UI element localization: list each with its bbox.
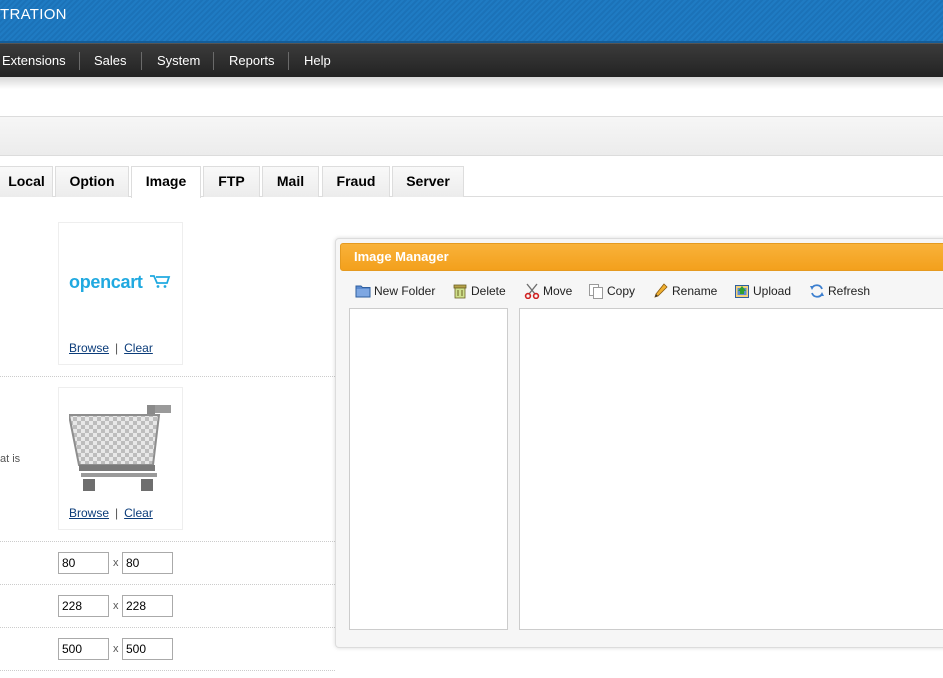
link-separator: |: [115, 506, 119, 520]
move-button[interactable]: Move: [524, 283, 576, 299]
icon-field-description: at is: [0, 453, 21, 465]
tab-local[interactable]: Local: [0, 166, 53, 197]
tab-fraud[interactable]: Fraud: [322, 166, 390, 197]
menu-separator: [141, 52, 142, 70]
row-divider: [0, 670, 335, 671]
row-divider: [0, 541, 335, 542]
store-icon-preview: Browse | Clear: [58, 387, 183, 530]
main-menu: Extensions Sales System Reports Help: [0, 43, 943, 77]
page: TRATION Extensions Sales System Reports …: [0, 0, 943, 678]
delete-button[interactable]: Delete: [452, 283, 510, 299]
folder-tree-pane[interactable]: [349, 308, 508, 630]
scissors-icon: [524, 283, 540, 299]
dimension-height-input[interactable]: [122, 552, 173, 574]
upload-icon: [735, 285, 749, 298]
upload-label: Upload: [753, 284, 792, 298]
menu-item-extensions[interactable]: Extensions: [2, 44, 66, 78]
dialog-title[interactable]: Image Manager: [340, 243, 943, 271]
row-divider: [0, 584, 335, 585]
header-title: TRATION: [0, 6, 67, 23]
dimension-width-input[interactable]: [58, 638, 109, 660]
menu-item-sales[interactable]: Sales: [94, 44, 127, 78]
refresh-label: Refresh: [828, 284, 871, 298]
folder-icon: [355, 285, 371, 298]
dimension-x-label: x: [113, 643, 119, 655]
app-header: TRATION: [0, 0, 943, 43]
refresh-button[interactable]: Refresh: [809, 283, 875, 299]
copy-label: Copy: [607, 284, 636, 298]
image-manager-dialog: Image Manager New Folder Delete Move Cop…: [335, 238, 943, 648]
dimension-width-input[interactable]: [58, 552, 109, 574]
tab-server[interactable]: Server: [392, 166, 464, 197]
row-divider: [0, 376, 335, 377]
dimension-height-input[interactable]: [122, 638, 173, 660]
copy-button[interactable]: Copy: [588, 283, 640, 299]
new-folder-label: New Folder: [374, 284, 436, 298]
tab-option[interactable]: Option: [55, 166, 129, 197]
link-separator: |: [115, 341, 119, 355]
logo-clear-link[interactable]: Clear: [124, 341, 153, 355]
menu-item-reports[interactable]: Reports: [229, 44, 275, 78]
tab-image[interactable]: Image: [131, 166, 201, 198]
menu-item-system[interactable]: System: [157, 44, 200, 78]
menu-shadow: [0, 77, 943, 89]
icon-browse-link[interactable]: Browse: [69, 506, 109, 520]
logo-links: Browse | Clear: [69, 341, 153, 355]
menu-item-help[interactable]: Help: [304, 44, 331, 78]
cart-image-icon: [69, 405, 171, 491]
dimension-x-label: x: [113, 600, 119, 612]
copy-icon: [589, 284, 603, 299]
logo-cart-icon: [150, 275, 171, 288]
new-folder-button[interactable]: New Folder: [355, 283, 439, 299]
trash-icon: [453, 284, 467, 299]
store-logo-preview: opencart Browse | Clear: [58, 222, 183, 365]
logo-browse-link[interactable]: Browse: [69, 341, 109, 355]
file-list-pane[interactable]: [519, 308, 943, 630]
dimension-width-input[interactable]: [58, 595, 109, 617]
rename-label: Rename: [672, 284, 718, 298]
tab-ftp[interactable]: FTP: [203, 166, 260, 197]
menu-separator: [213, 52, 214, 70]
icon-clear-link[interactable]: Clear: [124, 506, 153, 520]
content-heading-bar: [0, 116, 943, 156]
upload-button[interactable]: Upload: [734, 283, 796, 299]
dimension-height-input[interactable]: [122, 595, 173, 617]
dimension-x-label: x: [113, 557, 119, 569]
refresh-icon: [810, 284, 824, 298]
opencart-logo-text: opencart: [69, 272, 143, 292]
rename-button[interactable]: Rename: [653, 283, 721, 299]
menu-separator: [79, 52, 80, 70]
move-label: Move: [543, 284, 573, 298]
tab-mail[interactable]: Mail: [262, 166, 319, 197]
pencil-icon: [654, 283, 668, 298]
icon-links: Browse | Clear: [69, 506, 153, 520]
row-divider: [0, 627, 335, 628]
delete-label: Delete: [471, 284, 506, 298]
menu-separator: [288, 52, 289, 70]
